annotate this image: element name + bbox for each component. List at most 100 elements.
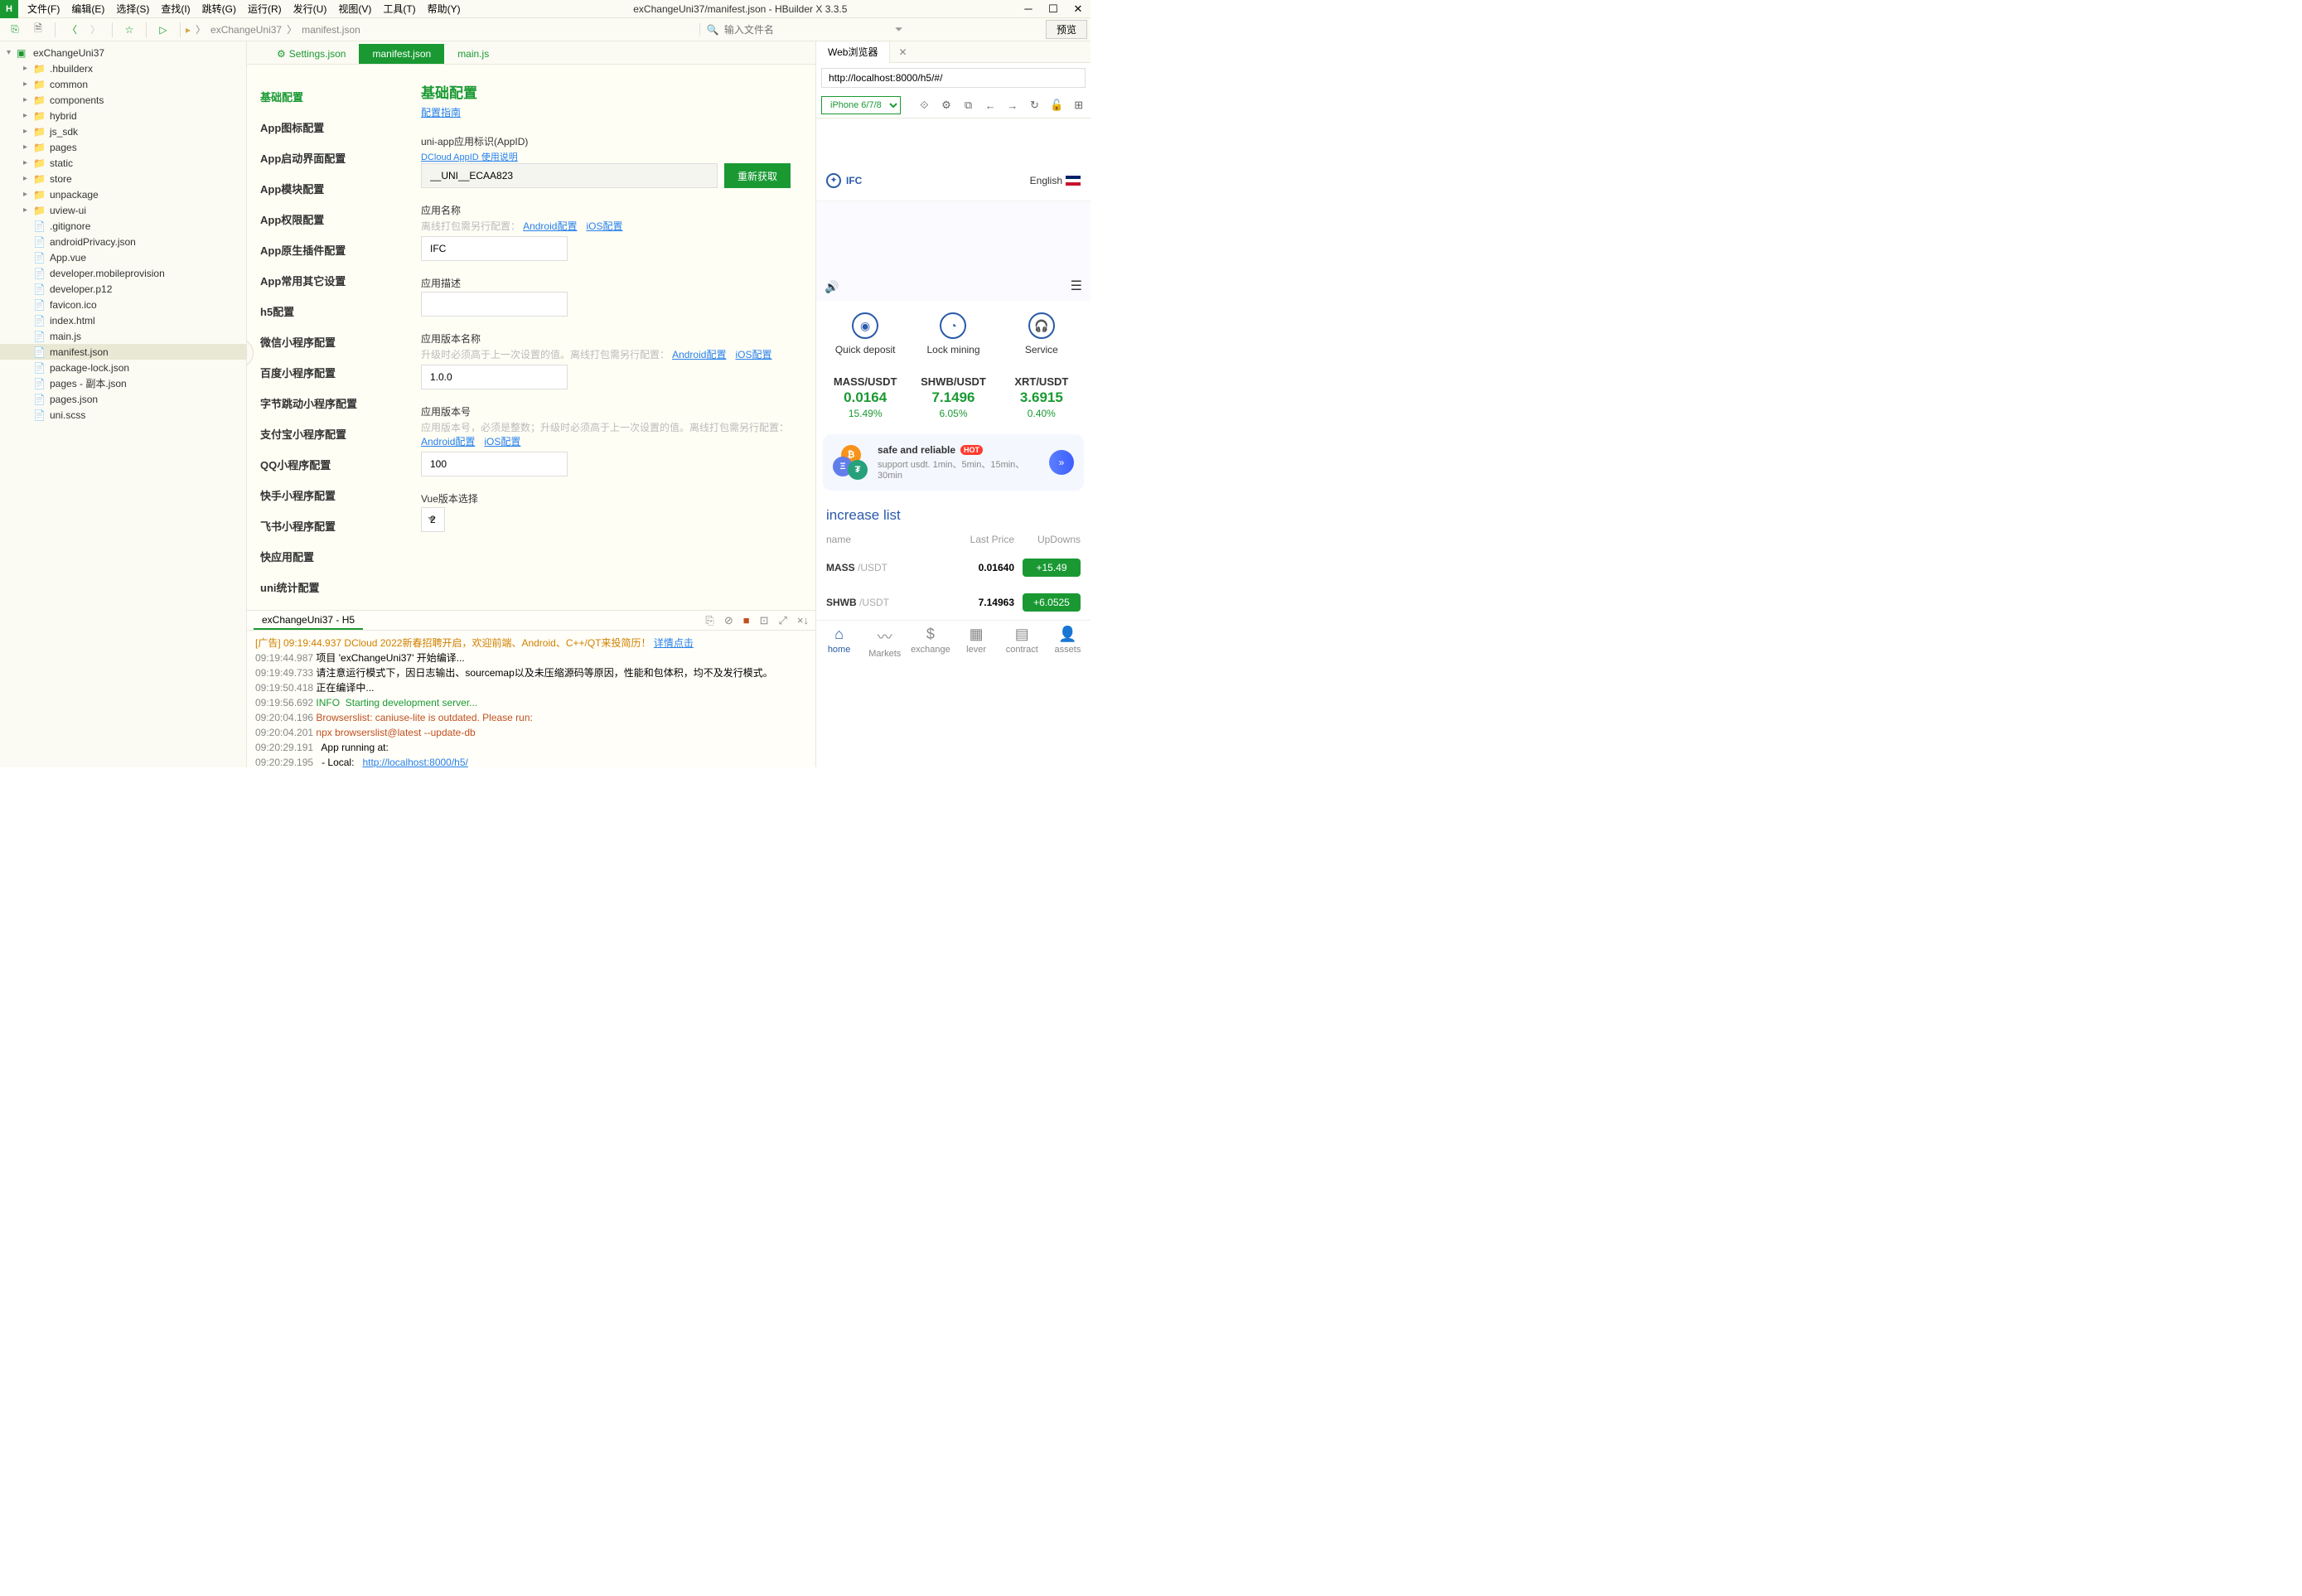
appname-input[interactable] xyxy=(421,236,568,261)
preview-url-input[interactable] xyxy=(821,68,1086,88)
tree-file[interactable]: 📄favicon.ico xyxy=(0,297,246,312)
config-nav-item[interactable]: App权限配置 xyxy=(260,204,396,235)
config-nav-item[interactable]: 飞书小程序配置 xyxy=(260,510,396,541)
console-lock-icon[interactable]: ⊡ xyxy=(760,614,769,627)
sound-icon[interactable]: 🔊 xyxy=(825,280,839,294)
config-nav-item[interactable]: 基础配置 xyxy=(260,81,396,112)
config-nav-item[interactable]: App常用其它设置 xyxy=(260,265,396,296)
arrow-right-icon[interactable]: » xyxy=(1049,450,1074,475)
tree-folder[interactable]: ▸📁unpackage xyxy=(0,186,246,202)
tab-main[interactable]: main.js xyxy=(444,44,502,64)
price-item[interactable]: MASS/USDT0.016415.49% xyxy=(821,375,909,419)
phone-nav-item[interactable]: ▤contract xyxy=(999,626,1045,659)
phone-nav-item[interactable]: 👤assets xyxy=(1045,626,1091,659)
console-stop-icon[interactable]: ⊘ xyxy=(724,614,733,627)
config-nav-item[interactable]: h5配置 xyxy=(260,296,396,326)
menu-item[interactable]: 工具(T) xyxy=(379,0,419,17)
device-select[interactable]: iPhone 6/7/8 xyxy=(821,96,901,114)
vercode-input[interactable] xyxy=(421,452,568,476)
config-nav-item[interactable]: 微信小程序配置 xyxy=(260,326,396,357)
hamburger-icon[interactable]: ☰ xyxy=(1071,278,1082,294)
price-item[interactable]: SHWB/USDT7.14966.05% xyxy=(909,375,997,419)
tree-folder[interactable]: ▸📁.hbuilderx xyxy=(0,60,246,76)
tree-file[interactable]: 📄pages - 副本.json xyxy=(0,375,246,391)
close-icon[interactable]: ✕ xyxy=(1066,0,1091,18)
tree-file[interactable]: 📄package-lock.json xyxy=(0,360,246,375)
config-nav-item[interactable]: App启动界面配置 xyxy=(260,143,396,173)
safe-banner[interactable]: ₿ Ξ ₮ safe and reliableHOT support usdt.… xyxy=(823,434,1084,491)
menu-item[interactable]: 查找(I) xyxy=(157,0,194,17)
tree-folder[interactable]: ▸📁hybrid xyxy=(0,108,246,123)
phone-nav-item[interactable]: ⌂home xyxy=(816,626,862,659)
config-guide-link[interactable]: 配置指南 xyxy=(421,107,461,118)
file-search-input[interactable] xyxy=(724,24,890,36)
list-row[interactable]: SHWB /USDT7.14963+6.0525 xyxy=(816,585,1091,620)
phone-nav-item[interactable]: $exchange xyxy=(907,626,953,659)
quick-item[interactable]: ◉Quick deposit xyxy=(821,312,909,355)
devtools-icon[interactable]: ⟐ xyxy=(917,98,931,113)
tree-folder[interactable]: ▸📁pages xyxy=(0,139,246,155)
preview-tab-close-icon[interactable]: ✕ xyxy=(890,43,915,61)
tree-file[interactable]: 📄developer.mobileprovision xyxy=(0,265,246,281)
tree-folder[interactable]: ▸📁static xyxy=(0,155,246,171)
preview-button[interactable]: 预览 xyxy=(1046,20,1087,39)
config-nav-item[interactable]: 百度小程序配置 xyxy=(260,357,396,388)
run-icon[interactable]: ▷ xyxy=(152,20,175,40)
lock-icon[interactable]: 🔓 xyxy=(1050,98,1064,113)
nav-forward-icon[interactable]: → xyxy=(1006,98,1020,113)
console-close-icon[interactable]: ×↓ xyxy=(797,614,809,627)
config-nav-item[interactable]: QQ小程序配置 xyxy=(260,449,396,480)
tree-file[interactable]: 📄App.vue xyxy=(0,249,246,265)
tree-file[interactable]: 📄pages.json xyxy=(0,391,246,407)
menu-item[interactable]: 跳转(G) xyxy=(198,0,240,17)
config-nav-item[interactable]: App图标配置 xyxy=(260,112,396,143)
tree-folder[interactable]: ▸📁store xyxy=(0,171,246,186)
minimize-icon[interactable]: ─ xyxy=(1016,0,1041,18)
vername-input[interactable] xyxy=(421,365,568,389)
tree-file[interactable]: 📄manifest.json xyxy=(0,344,246,360)
tree-folder[interactable]: ▸📁common xyxy=(0,76,246,92)
language-switch[interactable]: English xyxy=(1030,175,1081,186)
config-nav-item[interactable]: 快应用配置 xyxy=(260,541,396,572)
tree-file[interactable]: 📄developer.p12 xyxy=(0,281,246,297)
tree-folder[interactable]: ▸📁js_sdk xyxy=(0,123,246,139)
tree-folder[interactable]: ▸📁uview-ui xyxy=(0,202,246,218)
tab-settings[interactable]: ⚙Settings.json xyxy=(264,44,359,64)
external-icon[interactable]: ⧉ xyxy=(961,98,975,113)
config-nav-item[interactable]: 字节跳动小程序配置 xyxy=(260,388,396,418)
preview-tab[interactable]: Web浏览器 xyxy=(816,41,890,63)
list-row[interactable]: MASS /USDT0.01640+15.49 xyxy=(816,550,1091,585)
menu-item[interactable]: 运行(R) xyxy=(244,0,286,17)
vue-version-select[interactable]: 2 xyxy=(421,507,445,532)
config-nav-item[interactable]: App模块配置 xyxy=(260,173,396,204)
tree-file[interactable]: 📄uni.scss xyxy=(0,407,246,423)
quick-item[interactable]: 🎧Service xyxy=(998,312,1086,355)
console-icon[interactable]: ⎘ xyxy=(705,614,713,627)
menu-item[interactable]: 编辑(E) xyxy=(67,0,109,17)
project-explorer[interactable]: ▾▣exChangeUni37 ▸📁.hbuilderx▸📁common▸📁co… xyxy=(0,41,247,767)
appdesc-input[interactable] xyxy=(421,292,568,317)
maximize-icon[interactable]: ☐ xyxy=(1041,0,1066,18)
filter-icon[interactable]: ⏷ xyxy=(895,23,903,36)
tree-file[interactable]: 📄.gitignore xyxy=(0,218,246,234)
tree-file[interactable]: 📄main.js xyxy=(0,328,246,344)
nav-back-icon[interactable]: ← xyxy=(984,98,998,113)
back-icon[interactable]: 〈 xyxy=(60,20,84,40)
tab-manifest[interactable]: manifest.json xyxy=(359,44,444,64)
price-item[interactable]: XRT/USDT3.69150.40% xyxy=(998,375,1086,419)
menu-item[interactable]: 帮助(Y) xyxy=(423,0,465,17)
menu-item[interactable]: 视图(V) xyxy=(334,0,375,17)
save-icon[interactable]: 🗎 xyxy=(27,20,50,40)
gear-icon[interactable]: ⚙ xyxy=(940,98,954,113)
tree-file[interactable]: 📄androidPrivacy.json xyxy=(0,234,246,249)
appid-help-link[interactable]: DCloud AppID 使用说明 xyxy=(421,152,518,162)
menu-item[interactable]: 选择(S) xyxy=(112,0,153,17)
config-nav-item[interactable]: 源码视图 xyxy=(260,602,396,610)
console-tab[interactable]: exChangeUni37 - H5 xyxy=(254,612,363,630)
config-nav-item[interactable]: 快手小程序配置 xyxy=(260,480,396,510)
new-file-icon[interactable]: ⎘ xyxy=(3,20,27,40)
qr-icon[interactable]: ⊞ xyxy=(1071,98,1086,113)
config-nav-item[interactable]: uni统计配置 xyxy=(260,572,396,602)
quick-item[interactable]: ◔Lock mining xyxy=(909,312,997,355)
reload-icon[interactable]: ↻ xyxy=(1028,98,1042,113)
